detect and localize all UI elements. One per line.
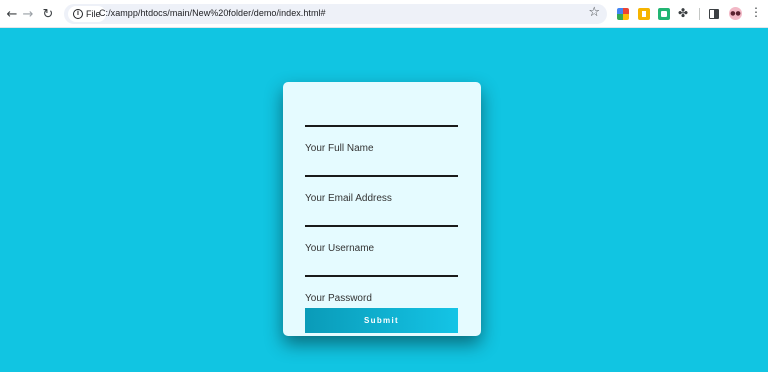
toolbar-divider [699, 8, 700, 20]
profile-avatar[interactable]: ●● [729, 7, 742, 20]
browser-toolbar: ← → ↻ i File C:/xampp/htdocs/main/New%20… [0, 0, 768, 28]
email-input-line[interactable] [305, 175, 458, 177]
extension-bookmark-icon[interactable] [638, 8, 650, 20]
full-name-input-line[interactable] [305, 125, 458, 127]
email-label: Your Email Address [305, 193, 392, 204]
submit-button[interactable]: Submit [305, 308, 458, 333]
username-label: Your Username [305, 243, 375, 254]
password-input-line[interactable] [305, 275, 458, 277]
extension-green-icon[interactable] [658, 8, 670, 20]
info-icon: i [73, 9, 83, 19]
full-name-label: Your Full Name [305, 143, 374, 154]
bookmark-star-icon[interactable]: ☆ [588, 5, 600, 20]
username-input-line[interactable] [305, 225, 458, 227]
password-label: Your Password [305, 293, 372, 304]
side-panel-icon[interactable] [709, 9, 719, 19]
registration-form-card: Your Full Name Your Email Address Your U… [283, 82, 481, 336]
extensions-puzzle-icon[interactable]: ✤ [678, 6, 688, 20]
reload-icon[interactable]: ↻ [38, 4, 58, 24]
forward-icon[interactable]: → [18, 4, 38, 24]
address-bar[interactable]: i File C:/xampp/htdocs/main/New%20folder… [64, 4, 607, 24]
url-text[interactable]: C:/xampp/htdocs/main/New%20folder/demo/i… [99, 8, 326, 18]
browser-menu-icon[interactable]: ⋮ [750, 5, 762, 19]
extension-color-icon[interactable] [617, 8, 629, 20]
